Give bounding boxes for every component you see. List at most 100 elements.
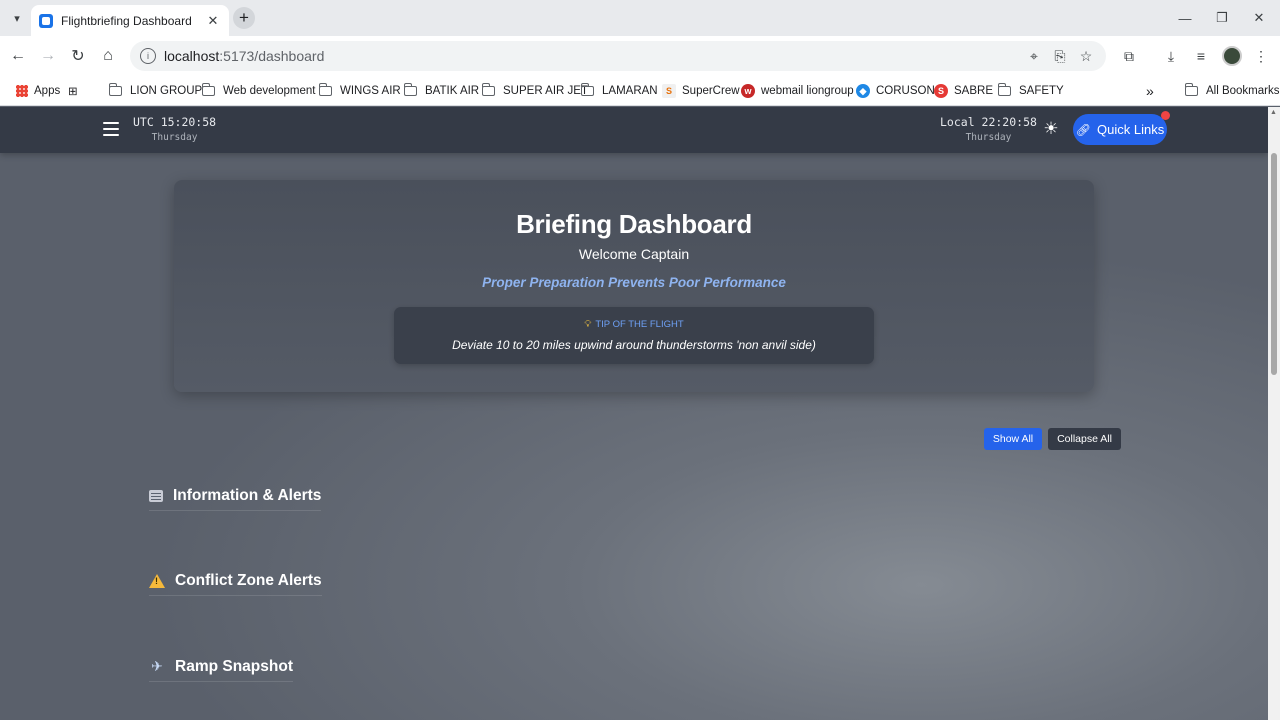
utc-day: Thursday [151, 132, 198, 143]
apps-grid-icon [16, 85, 28, 97]
more-bookmarks-icon[interactable]: » [1146, 81, 1154, 101]
bookmark-label: SuperCrew [682, 85, 740, 97]
local-clock: Local 22:20:58 Thursday [940, 115, 1037, 143]
install-app-icon[interactable]: ⎘ [1051, 47, 1069, 65]
local-time: Local 22:20:58 [940, 115, 1037, 129]
section-title: Conflict Zone Alerts [175, 571, 322, 589]
sun-theme-toggle-icon[interactable]: ☀ [1042, 119, 1060, 138]
url-path: :5173/dashboard [219, 48, 325, 64]
quick-links-button[interactable]: 🔗︎ Quick Links [1073, 114, 1167, 145]
section-information-alerts[interactable]: Information & Alerts [149, 485, 322, 511]
motto-text: Proper Preparation Prevents Poor Perform… [482, 275, 786, 290]
tab-favicon-icon [39, 13, 53, 28]
link-icon: 🔗︎ [1075, 122, 1092, 137]
folder-icon [1184, 83, 1198, 96]
bookmark-supercrew[interactable]: S SuperCrew [662, 81, 740, 101]
tab-title: Flightbriefing Dashboard [61, 13, 192, 28]
minimize-icon[interactable]: — [1175, 8, 1195, 28]
dashboard-page: UTC 15:20:58 Thursday Local 22:20:58 Thu… [0, 107, 1280, 720]
folder-icon [481, 83, 495, 96]
bookmark-wings-air[interactable]: WINGS AIR [318, 81, 401, 101]
bookmark-star-icon[interactable]: ☆ [1077, 47, 1095, 65]
site-info-icon[interactable]: i [140, 48, 156, 64]
collapse-all-button[interactable]: Collapse All [1048, 428, 1121, 450]
bookmark-batik-air[interactable]: BATIK AIR [403, 81, 480, 101]
all-bookmarks-label: All Bookmarks [1206, 85, 1280, 97]
section-ramp-snapshot[interactable]: ✈ Ramp Snapshot [149, 656, 293, 682]
folder-icon [318, 83, 332, 96]
bookmark-coruson[interactable]: ◆ CORUSON [856, 81, 935, 101]
tab-search-chevron-icon[interactable]: ▾ [6, 7, 28, 29]
scroll-up-icon[interactable]: ▲ [1270, 109, 1277, 116]
quick-links-label: Quick Links [1097, 122, 1165, 137]
welcome-text: Welcome Captain [578, 246, 690, 262]
show-all-button[interactable]: Show All [984, 428, 1042, 450]
folder-icon [580, 83, 594, 96]
download-icon[interactable]: ⤓ [1160, 45, 1182, 67]
bookmark-label: SUPER AIR JET [503, 85, 588, 97]
restore-icon[interactable]: ❐ [1212, 8, 1232, 28]
bookmark-label: SABRE [954, 85, 993, 97]
tip-label: TIP OF THE FLIGHT [595, 319, 684, 330]
bookmark-apps[interactable]: Apps [16, 81, 60, 101]
section-title: Ramp Snapshot [175, 657, 293, 675]
section-conflict-zone-alerts[interactable]: Conflict Zone Alerts [149, 570, 322, 596]
bookmark-label: BATIK AIR [425, 85, 480, 97]
section-title: Information & Alerts [173, 486, 322, 504]
tip-header: 💡︎ TIP OF THE FLIGHT [394, 319, 874, 330]
utc-time: UTC 15:20:58 [133, 115, 217, 129]
bookmark-lamaran[interactable]: LAMARAN [580, 81, 658, 101]
app-header: UTC 15:20:58 Thursday Local 22:20:58 Thu… [0, 107, 1268, 153]
sabre-icon: S [934, 84, 948, 98]
all-bookmarks[interactable]: All Bookmarks [1184, 81, 1280, 101]
bookmark-label: LION GROUP [130, 85, 203, 97]
folder-icon [108, 83, 122, 96]
bookmark-safety[interactable]: SAFETY [997, 81, 1064, 101]
bookmark-webmail-liongroup[interactable]: w webmail liongroup [741, 81, 854, 101]
bookmark-label: Web development [223, 85, 316, 97]
browser-toolbar: ← → ↻ ⌂ i localhost:5173/dashboard ⌖ ⎘ ☆… [0, 36, 1280, 76]
supercrew-icon: S [662, 84, 676, 98]
bookmark-web-development[interactable]: Web development [201, 81, 316, 101]
local-day: Thursday [965, 132, 1012, 143]
notification-dot [1161, 111, 1170, 120]
bookmark-label: webmail liongroup [761, 85, 854, 97]
bookmark-label: Apps [34, 85, 61, 97]
reload-icon[interactable]: ↻ [67, 45, 89, 67]
bookmark-lion-group[interactable]: LION GROUP [108, 81, 203, 101]
new-tab-button[interactable]: + [233, 7, 255, 29]
tab-close-icon[interactable]: ✕ [205, 13, 221, 29]
browser-tab-bar: ▾ Flightbriefing Dashboard ✕ + — ❐ ✕ [0, 0, 1280, 36]
folder-icon [403, 83, 417, 96]
folder-icon [997, 83, 1011, 96]
forward-icon[interactable]: → [37, 45, 59, 67]
profile-avatar[interactable] [1222, 46, 1242, 66]
page-scrollbar[interactable]: ▲ [1268, 107, 1280, 720]
webmail-icon: w [741, 84, 755, 98]
url-host: localhost [164, 48, 220, 64]
extensions-icon[interactable]: ⧉ [1118, 45, 1140, 67]
tab-groups-icon[interactable]: ⊞ [68, 81, 78, 101]
bookmark-sabre[interactable]: S SABRE [934, 81, 993, 101]
address-bar[interactable]: i localhost:5173/dashboard ⌖ ⎘ ☆ [130, 41, 1106, 71]
location-pin-icon[interactable]: ⌖ [1025, 47, 1043, 65]
folder-icon [201, 83, 215, 96]
warning-icon [149, 573, 165, 588]
bookmark-label: WINGS AIR [340, 85, 401, 97]
bookmark-super-air-jet[interactable]: SUPER AIR JET [481, 81, 588, 101]
tip-text: Deviate 10 to 20 miles upwind around thu… [452, 338, 816, 352]
media-queue-icon[interactable]: ≡ [1190, 45, 1212, 67]
bookmark-label: CORUSON [876, 85, 935, 97]
page-title: Briefing Dashboard [516, 209, 752, 239]
browser-tab[interactable]: Flightbriefing Dashboard ✕ [31, 5, 229, 36]
bookmark-label: LAMARAN [602, 85, 658, 97]
bookmarks-bar: Apps ⊞ LION GROUP Web development WINGS … [0, 76, 1280, 106]
bookmark-label: SAFETY [1019, 85, 1064, 97]
hamburger-menu-icon[interactable] [103, 122, 119, 136]
back-icon[interactable]: ← [7, 45, 29, 67]
browser-menu-icon[interactable]: ⋮ [1250, 45, 1272, 67]
window-close-icon[interactable]: ✕ [1249, 8, 1269, 28]
coruson-icon: ◆ [856, 84, 870, 98]
home-icon[interactable]: ⌂ [97, 45, 119, 67]
scrollbar-thumb[interactable] [1271, 153, 1277, 375]
